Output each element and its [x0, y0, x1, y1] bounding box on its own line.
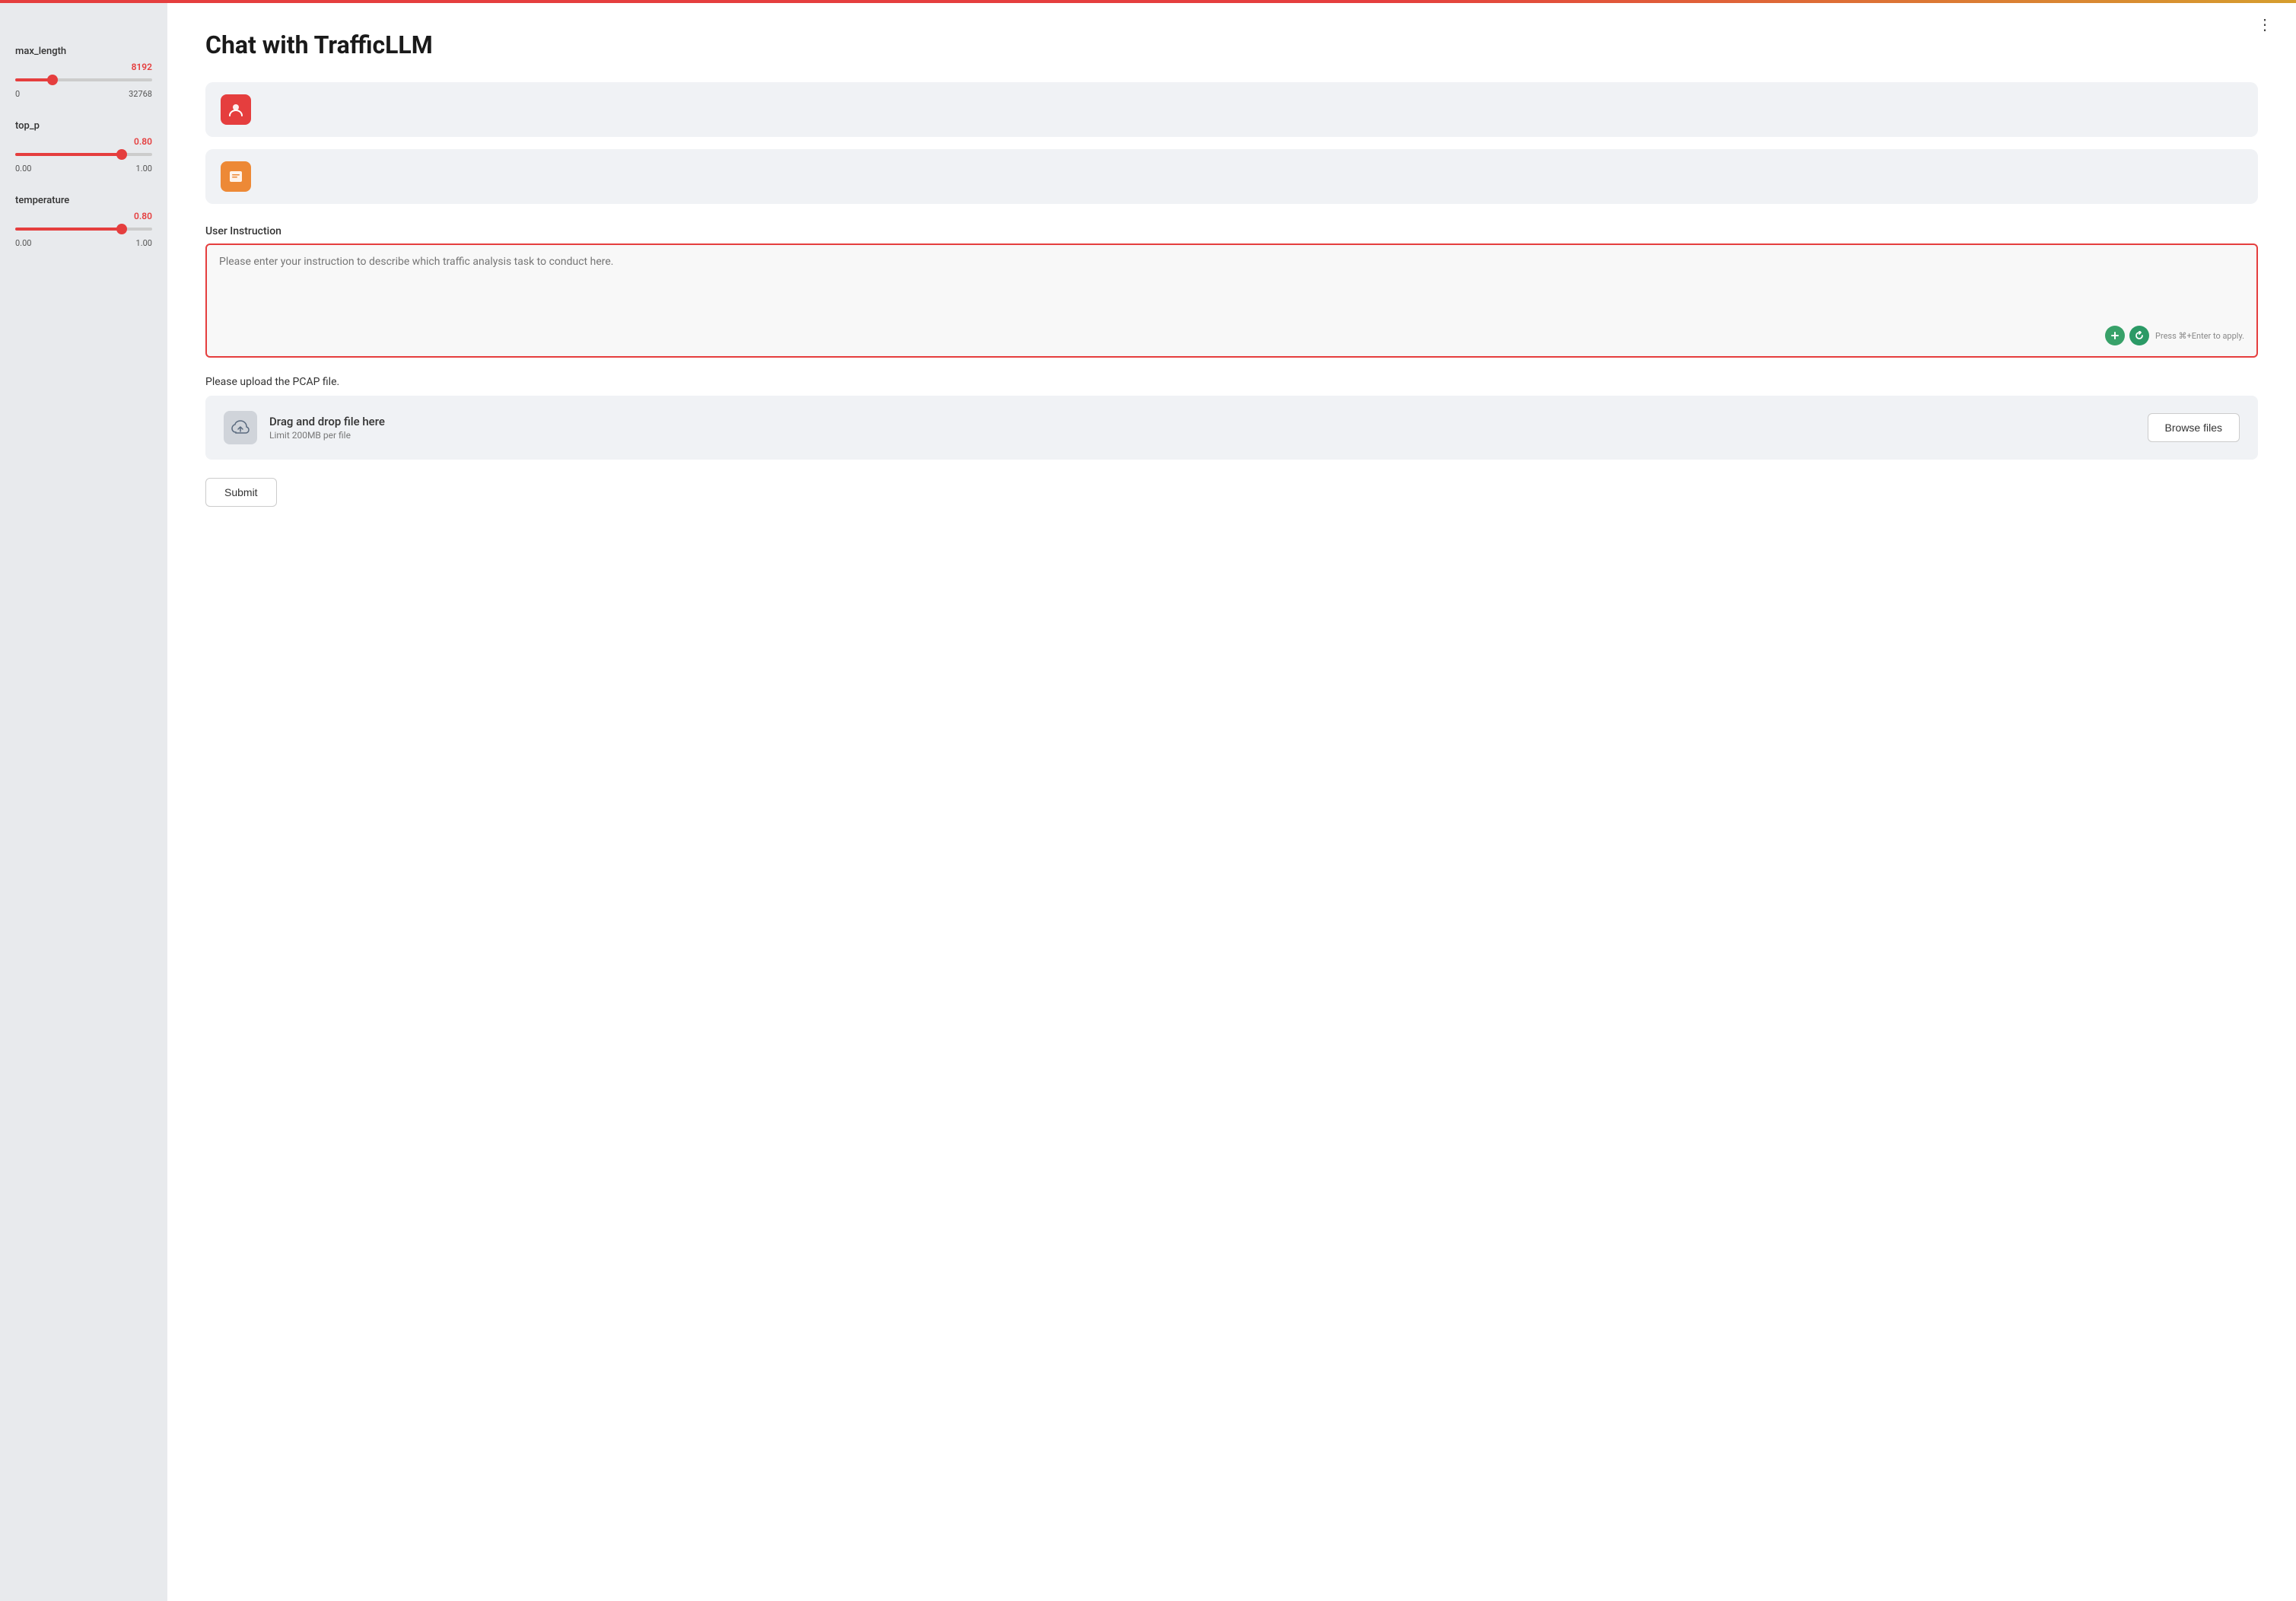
param-top-p-value: 0.80: [15, 136, 152, 147]
chat-bubble-2: [205, 149, 2258, 204]
param-top-p: top_p 0.80 0.00 1.00: [15, 120, 152, 173]
instruction-footer: Press ⌘+Enter to apply.: [219, 326, 2244, 345]
browse-files-button[interactable]: Browse files: [2148, 413, 2240, 442]
file-limit-text: Limit 200MB per file: [269, 430, 385, 441]
top-bar: [0, 0, 2296, 3]
param-temperature-label: temperature: [15, 195, 152, 206]
param-top-p-label: top_p: [15, 120, 152, 132]
max-length-slider[interactable]: [15, 78, 152, 81]
upload-left: Drag and drop file here Limit 200MB per …: [224, 411, 385, 444]
drag-drop-text: Drag and drop file here: [269, 415, 385, 428]
upload-text-group: Drag and drop file here Limit 200MB per …: [269, 415, 385, 441]
instruction-icons: [2105, 326, 2149, 345]
main-content: ⋮ Chat with TrafficLLM User Instruction: [167, 0, 2296, 1601]
temperature-slider[interactable]: [15, 228, 152, 231]
user-instruction-label: User Instruction: [205, 225, 2258, 237]
submit-button[interactable]: Submit: [205, 478, 277, 507]
upload-label: Please upload the PCAP file.: [205, 376, 2258, 388]
avatar-orange: [221, 161, 251, 192]
upload-area: Drag and drop file here Limit 200MB per …: [205, 396, 2258, 460]
param-max-length: max_length 8192 0 32768: [15, 46, 152, 99]
add-icon-button[interactable]: [2105, 326, 2125, 345]
param-top-p-range: 0.00 1.00: [15, 164, 152, 173]
param-temperature-value: 0.80: [15, 211, 152, 221]
param-max-length-range: 0 32768: [15, 89, 152, 99]
upload-cloud-icon: [224, 411, 257, 444]
chat-area: [205, 82, 2258, 204]
page-title: Chat with TrafficLLM: [205, 30, 2258, 59]
avatar-red: [221, 94, 251, 125]
shortcut-hint: Press ⌘+Enter to apply.: [2155, 331, 2244, 341]
param-temperature-range: 0.00 1.00: [15, 238, 152, 248]
instruction-textarea[interactable]: [219, 256, 2244, 317]
param-temperature: temperature 0.80 0.00 1.00: [15, 195, 152, 248]
chat-bubble-1: [205, 82, 2258, 137]
more-menu-button[interactable]: ⋮: [2257, 15, 2273, 33]
refresh-icon-button[interactable]: [2129, 326, 2149, 345]
sidebar: max_length 8192 0 32768 top_p 0.80 0.00 …: [0, 0, 167, 1601]
top-p-slider[interactable]: [15, 153, 152, 156]
param-max-length-label: max_length: [15, 46, 152, 57]
instruction-box: Press ⌘+Enter to apply.: [205, 243, 2258, 358]
param-max-length-value: 8192: [15, 62, 152, 72]
